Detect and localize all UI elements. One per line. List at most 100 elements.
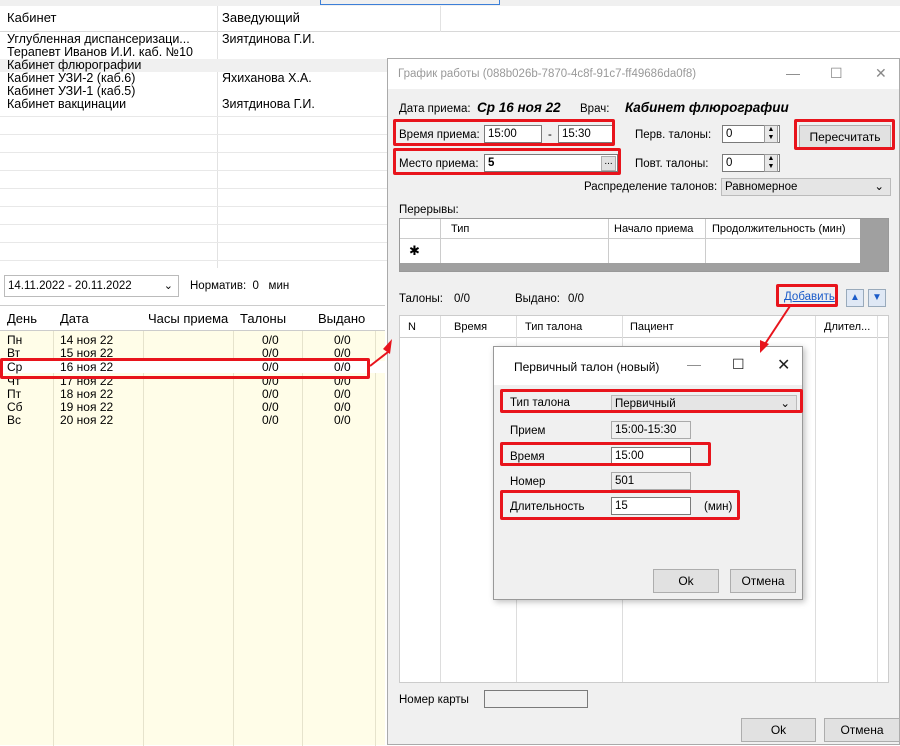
schedule-dialog-titlebar: График работы (088b026b-7870-4c8f-91c7-f… bbox=[388, 59, 899, 89]
day-row[interactable]: Сб 19 ноя 22 0/0 0/0 bbox=[0, 401, 385, 413]
tickets-header-type[interactable]: Тип талона bbox=[525, 321, 582, 333]
maximize-icon[interactable]: ☐ bbox=[732, 356, 745, 373]
date-value: Ср 16 ноя 22 bbox=[477, 100, 561, 115]
date-cell: 14 ноя 22 bbox=[60, 333, 114, 347]
move-up-icon[interactable]: ▲ bbox=[846, 289, 864, 307]
doctor-value: Кабинет флюрографии bbox=[625, 100, 789, 115]
new-row-asterisk-icon: ✱ bbox=[409, 243, 420, 258]
day-cell: Сб bbox=[7, 400, 23, 414]
issued-cell: 0/0 bbox=[334, 387, 351, 401]
breaks-header-type[interactable]: Тип bbox=[451, 223, 469, 235]
issued-cell: 0/0 bbox=[334, 400, 351, 414]
schedule-ok-button[interactable]: Ok bbox=[741, 718, 816, 742]
cabinet-head: Зиятдинова Г.И. bbox=[222, 97, 315, 111]
close-icon[interactable]: ✕ bbox=[777, 355, 790, 375]
distribution-value: Равномерное bbox=[725, 181, 798, 193]
issued-cell: 0/0 bbox=[334, 333, 351, 347]
tickets-cell: 0/0 bbox=[262, 413, 279, 427]
column-header-cabinet[interactable]: Кабинет bbox=[7, 10, 56, 25]
day-row[interactable]: Пт 18 ноя 22 0/0 0/0 bbox=[0, 388, 385, 400]
tickets-header-patient[interactable]: Пациент bbox=[630, 321, 674, 333]
tickets-header-time[interactable]: Время bbox=[454, 321, 487, 333]
highlight-ticket-type bbox=[500, 389, 803, 413]
highlight-selected-day bbox=[0, 358, 370, 379]
breaks-table: Тип Начало приема Продолжительность (мин… bbox=[399, 218, 889, 272]
day-row[interactable]: Пн 14 ноя 22 0/0 0/0 bbox=[0, 334, 385, 346]
card-number-label: Номер карты bbox=[399, 694, 469, 706]
tickets-cell: 0/0 bbox=[262, 333, 279, 347]
days-grid-header: День Дата Часы приема Талоны Выдано bbox=[0, 306, 385, 331]
date-label: Дата приема: bbox=[399, 103, 471, 115]
cabinet-head: Зиятдинова Г.И. bbox=[222, 32, 315, 46]
ticket-dialog-titlebar: Первичный талон (новый) — ☐ ✕ bbox=[494, 347, 802, 385]
day-cell: Пт bbox=[7, 387, 22, 401]
reception-value: 15:00-15:30 bbox=[611, 421, 691, 439]
highlight-add-link bbox=[776, 284, 838, 307]
distribution-select[interactable]: Равномерное ⌄ bbox=[721, 178, 891, 196]
toolbar-field[interactable] bbox=[320, 0, 500, 5]
distribution-label: Распределение талонов: bbox=[584, 181, 718, 193]
ticket-cancel-button[interactable]: Отмена bbox=[730, 569, 796, 593]
first-tickets-label: Перв. талоны: bbox=[635, 129, 712, 141]
card-number-input[interactable] bbox=[484, 690, 588, 708]
tickets-header-n[interactable]: N bbox=[408, 321, 416, 333]
tickets-value: 0/0 bbox=[454, 293, 470, 305]
day-cell: Вс bbox=[7, 413, 22, 427]
chevron-down-icon: ⌄ bbox=[874, 181, 884, 193]
highlight-duration bbox=[500, 490, 740, 520]
schedule-cancel-button[interactable]: Отмена bbox=[824, 718, 900, 742]
norm-label-group: Норматив: 0 мин bbox=[190, 280, 289, 292]
reception-label: Прием bbox=[510, 425, 546, 437]
minimize-icon[interactable]: — bbox=[687, 356, 701, 372]
date-cell: 18 ноя 22 bbox=[60, 387, 114, 401]
ticket-number-value: 501 bbox=[611, 472, 691, 490]
date-cell: 20 ноя 22 bbox=[60, 413, 114, 427]
highlight-place bbox=[393, 148, 621, 175]
issued-label: Выдано: bbox=[515, 293, 560, 305]
cabinets-grid-header: Кабинет Заведующий bbox=[0, 6, 900, 32]
period-dropdown[interactable]: 14.11.2022 - 20.11.2022 ⌄ bbox=[4, 275, 179, 297]
norm-value: 0 bbox=[252, 280, 259, 292]
ticket-dialog-title: Первичный талон (новый) bbox=[514, 360, 660, 374]
issued-cell: 0/0 bbox=[334, 413, 351, 427]
doctor-label: Врач: bbox=[580, 103, 610, 115]
first-tickets-spinner-icon[interactable]: ▲ ▼ bbox=[764, 125, 778, 143]
column-header-hours[interactable]: Часы приема bbox=[148, 311, 228, 326]
column-header-head[interactable]: Заведующий bbox=[222, 10, 300, 25]
norm-unit: мин bbox=[268, 280, 290, 292]
schedule-dialog-title: График работы (088b026b-7870-4c8f-91c7-f… bbox=[398, 68, 697, 80]
column-header-day[interactable]: День bbox=[7, 311, 37, 326]
highlight-time bbox=[393, 119, 615, 146]
cabinet-name: Кабинет вакцинации bbox=[7, 97, 127, 111]
column-header-date[interactable]: Дата bbox=[60, 311, 89, 326]
issued-value: 0/0 bbox=[568, 293, 584, 305]
maximize-icon[interactable]: ☐ bbox=[830, 65, 843, 82]
repeat-tickets-spinner-icon[interactable]: ▲ ▼ bbox=[764, 154, 778, 172]
minimize-icon[interactable]: — bbox=[786, 65, 800, 81]
date-cell: 19 ноя 22 bbox=[60, 400, 114, 414]
chevron-down-icon: ⌄ bbox=[163, 280, 173, 292]
breaks-label: Перерывы: bbox=[399, 204, 459, 216]
column-header-issued[interactable]: Выдано bbox=[318, 311, 365, 326]
breaks-header-duration[interactable]: Продолжительность (мин) bbox=[712, 223, 846, 235]
day-cell: Пн bbox=[7, 333, 23, 347]
tickets-label: Талоны: bbox=[399, 293, 443, 305]
repeat-tickets-label: Повт. талоны: bbox=[635, 158, 709, 170]
tickets-cell: 0/0 bbox=[262, 387, 279, 401]
ticket-ok-button[interactable]: Ok bbox=[653, 569, 719, 593]
breaks-header-start[interactable]: Начало приема bbox=[614, 223, 693, 235]
period-filter-bar: 14.11.2022 - 20.11.2022 ⌄ Норматив: 0 мин bbox=[0, 272, 385, 302]
cabinet-head: Яхиханова Х.А. bbox=[222, 71, 312, 85]
close-icon[interactable]: ✕ bbox=[875, 65, 887, 82]
tickets-cell: 0/0 bbox=[262, 400, 279, 414]
ticket-dialog: Первичный талон (новый) — ☐ ✕ Тип талона… bbox=[493, 346, 803, 600]
highlight-ticket-time bbox=[500, 442, 711, 466]
day-row[interactable]: Вс 20 ноя 22 0/0 0/0 bbox=[0, 414, 385, 426]
ticket-number-label: Номер bbox=[510, 476, 546, 488]
move-down-icon[interactable]: ▼ bbox=[868, 289, 886, 307]
norm-label: Норматив: bbox=[190, 280, 247, 292]
highlight-recalculate bbox=[794, 119, 895, 150]
column-header-tickets[interactable]: Талоны bbox=[240, 311, 286, 326]
tickets-header-duration[interactable]: Длител... bbox=[824, 321, 870, 333]
period-value: 14.11.2022 - 20.11.2022 bbox=[8, 280, 132, 292]
